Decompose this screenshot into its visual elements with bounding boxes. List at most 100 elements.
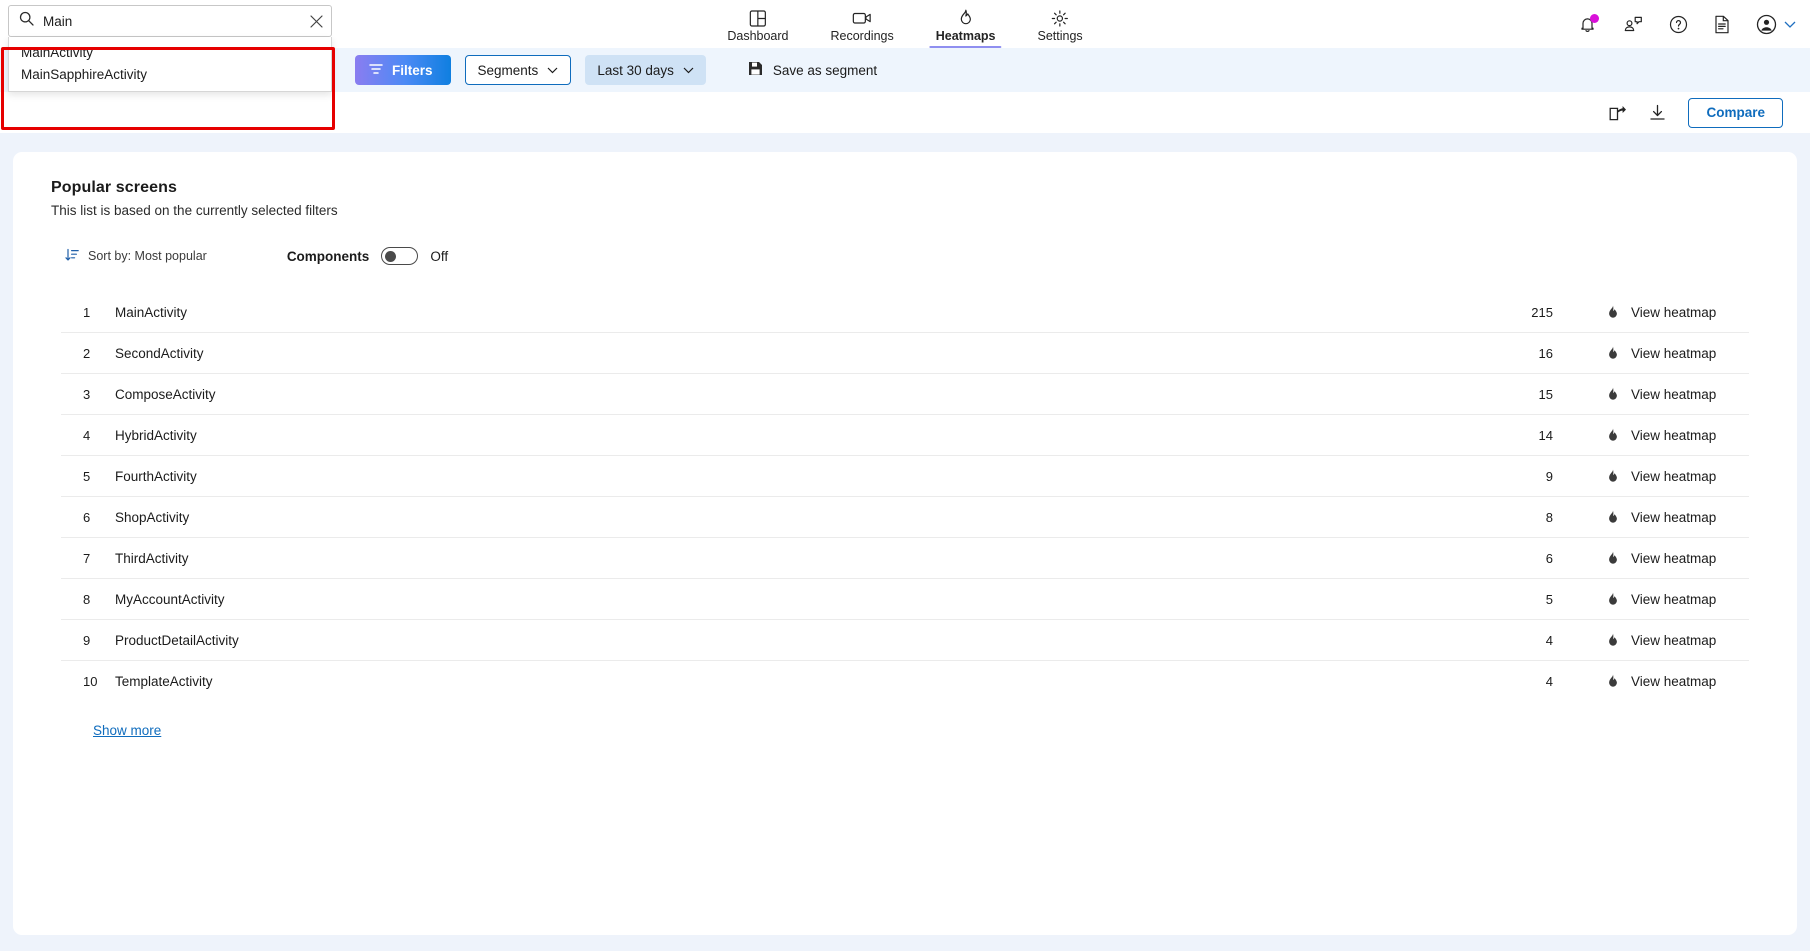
view-heatmap-link[interactable]: View heatmap (1553, 305, 1749, 320)
row-rank: 5 (83, 468, 91, 484)
table-row[interactable]: 10 TemplateActivity 4 View heatmap (61, 661, 1749, 702)
save-as-segment-button[interactable]: Save as segment (748, 61, 877, 79)
search-input[interactable] (43, 13, 301, 29)
view-heatmap-label: View heatmap (1631, 345, 1717, 361)
flame-icon (1607, 428, 1620, 443)
row-rank: 10 (83, 674, 98, 689)
segments-dropdown[interactable]: Segments (464, 55, 572, 85)
row-screen-name: TemplateActivity (115, 674, 213, 689)
notification-bell-icon[interactable] (1578, 13, 1599, 34)
row-screen-name: ProductDetailActivity (115, 632, 239, 648)
toggle-knob (385, 251, 397, 262)
documentation-page-icon[interactable] (1714, 15, 1730, 34)
components-toggle[interactable] (381, 247, 419, 265)
row-count: 4 (1545, 632, 1553, 648)
view-heatmap-link[interactable]: View heatmap (1553, 469, 1749, 484)
screen-search-area: MainActivity MainSapphireActivity (8, 5, 332, 92)
row-rank: 2 (83, 345, 91, 361)
view-heatmap-link[interactable]: View heatmap (1553, 551, 1749, 566)
save-as-segment-label: Save as segment (772, 62, 878, 78)
table-row[interactable]: 2 SecondActivity 16 View heatmap (61, 333, 1749, 374)
download-icon[interactable] (1649, 104, 1666, 121)
components-toggle-group: Components Off (287, 247, 448, 265)
row-screen-name: MainActivity (115, 304, 188, 320)
search-box[interactable] (8, 5, 332, 37)
filters-button-label: Filters (392, 62, 433, 78)
flame-icon (1607, 592, 1620, 607)
row-rank: 4 (83, 427, 91, 443)
view-heatmap-label: View heatmap (1631, 632, 1717, 648)
view-heatmap-link[interactable]: View heatmap (1553, 633, 1749, 648)
view-heatmap-link[interactable]: View heatmap (1553, 346, 1749, 361)
table-row[interactable]: 4 HybridActivity 14 View heatmap (61, 415, 1749, 456)
row-count: 16 (1538, 345, 1553, 361)
sort-by-control[interactable]: Sort by: Most popular (65, 248, 207, 265)
row-screen-name: SecondActivity (115, 345, 204, 361)
nav-item-heatmaps[interactable]: Heatmaps (929, 9, 1002, 48)
page-subtitle: This list is based on the currently sele… (51, 203, 338, 218)
row-screen-name: FourthActivity (115, 468, 197, 484)
flame-icon (1607, 633, 1620, 648)
feedback-people-icon[interactable] (1623, 15, 1643, 33)
table-row[interactable]: 7 ThirdActivity 6 View heatmap (61, 538, 1749, 579)
nav-item-recordings[interactable]: Recordings (831, 9, 894, 48)
view-heatmap-label: View heatmap (1631, 427, 1717, 443)
table-row[interactable]: 9 ProductDetailActivity 4 View heatmap (61, 620, 1749, 661)
segments-label: Segments (477, 62, 539, 78)
chevron-down-icon (683, 67, 694, 74)
table-row[interactable]: 3 ComposeActivity 15 View heatmap (61, 374, 1749, 415)
clear-search-icon[interactable] (310, 14, 323, 28)
table-row[interactable]: 1 MainActivity 215 View heatmap (61, 292, 1749, 333)
row-rank: 8 (83, 591, 91, 607)
account-menu[interactable] (1756, 14, 1796, 35)
compare-button-label: Compare (1706, 105, 1765, 120)
show-more-link[interactable]: Show more (93, 723, 161, 738)
popular-screens-table: 1 MainActivity 215 View heatmap 2 Second… (61, 292, 1749, 702)
row-count: 9 (1545, 468, 1553, 484)
suggestion-item-1[interactable]: MainSapphireActivity (9, 63, 331, 85)
popular-screens-card: Popular screens This list is based on th… (13, 152, 1797, 935)
view-heatmap-label: View heatmap (1631, 509, 1717, 525)
view-heatmap-link[interactable]: View heatmap (1553, 674, 1749, 689)
nav-item-settings[interactable]: Settings (1037, 9, 1083, 48)
filters-button[interactable]: Filters (355, 55, 451, 85)
list-toolbar: Sort by: Most popular Components Off (65, 247, 1797, 265)
help-question-icon[interactable] (1669, 15, 1688, 34)
row-rank: 3 (83, 386, 91, 402)
dashboard-icon (749, 9, 767, 27)
chevron-down-icon (1784, 21, 1796, 28)
row-screen-name: HybridActivity (115, 427, 197, 443)
nav-item-dashboard[interactable]: Dashboard (727, 9, 789, 48)
search-icon (19, 11, 34, 31)
view-heatmap-link[interactable]: View heatmap (1553, 428, 1749, 443)
compare-button[interactable]: Compare (1688, 97, 1783, 128)
table-row[interactable]: 5 FourthActivity 9 View heatmap (61, 456, 1749, 497)
filter-controls: Filters Segments Last 30 days Save as se… (355, 55, 877, 85)
card-header: Popular screens This list is based on th… (13, 152, 1797, 218)
view-heatmap-link[interactable]: View heatmap (1553, 510, 1749, 525)
components-toggle-state: Off (430, 248, 449, 264)
flame-icon (1607, 346, 1620, 361)
view-heatmap-label: View heatmap (1631, 591, 1717, 607)
view-heatmap-link[interactable]: View heatmap (1553, 387, 1749, 402)
date-range-label: Last 30 days (597, 62, 674, 78)
table-row[interactable]: 8 MyAccountActivity 5 View heatmap (61, 579, 1749, 620)
date-range-dropdown[interactable]: Last 30 days (585, 55, 706, 85)
view-heatmap-label: View heatmap (1631, 674, 1717, 689)
flame-icon (1607, 510, 1620, 525)
filter-funnel-icon (369, 63, 383, 78)
gear-icon (1051, 9, 1069, 27)
suggestion-item-0[interactable]: MainActivity (9, 41, 331, 63)
row-screen-name: ComposeActivity (115, 386, 216, 402)
view-heatmap-link[interactable]: View heatmap (1553, 592, 1749, 607)
share-icon[interactable] (1609, 104, 1627, 121)
secondary-toolbar: Compare (0, 92, 1810, 133)
table-row[interactable]: 6 ShopActivity 8 View heatmap (61, 497, 1749, 538)
row-rank: 9 (83, 632, 91, 648)
view-heatmap-label: View heatmap (1631, 468, 1717, 484)
primary-navigation: Dashboard Recordings Heatmaps Settings (727, 0, 1083, 48)
page-title: Popular screens (51, 179, 177, 196)
row-count: 5 (1545, 591, 1553, 607)
components-label: Components (286, 248, 370, 264)
row-count: 8 (1545, 509, 1553, 525)
